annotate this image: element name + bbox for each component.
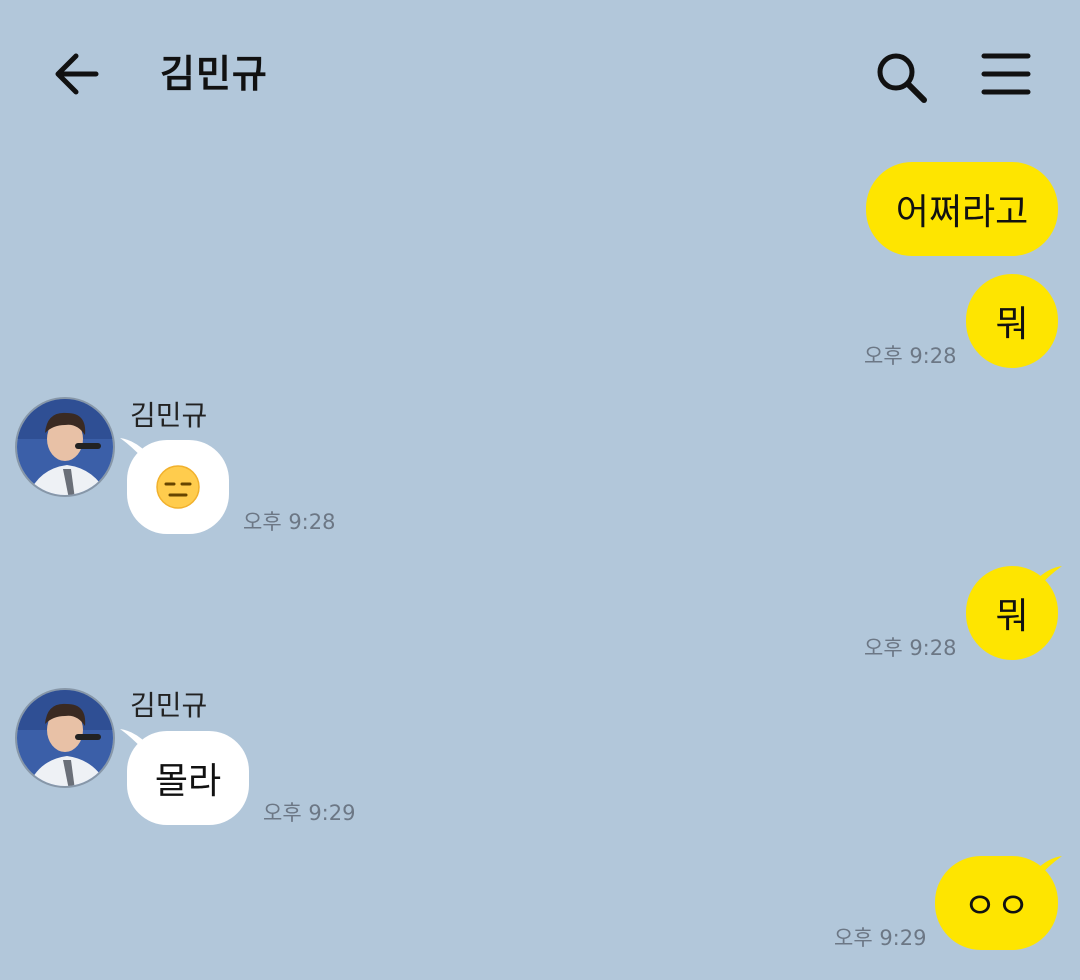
message-time: 오후 9:28 [864, 636, 957, 660]
sender-name: 김민규 [130, 689, 208, 722]
search-button[interactable] [872, 48, 930, 106]
chat-title: 김민규 [160, 52, 268, 96]
chat-header: 김민규 [0, 0, 1080, 150]
message-time: 오후 9:28 [243, 510, 336, 534]
their-message-bubble[interactable]: 몰라 [127, 731, 249, 825]
my-message-bubble[interactable]: 뭐 [966, 274, 1058, 368]
menu-icon [981, 53, 1031, 95]
message-text: 어쩌라고 [895, 192, 1029, 233]
profile-photo [17, 399, 113, 495]
arrow-left-icon [55, 53, 99, 95]
profile-photo [17, 690, 113, 786]
bubble-tail [1036, 566, 1062, 590]
message-time: 오후 9:29 [263, 801, 356, 825]
sender-name: 김민규 [130, 399, 208, 432]
message-text: 몰라 [154, 761, 222, 802]
message-text: 뭐 [995, 596, 1029, 637]
message-text: 뭐 [995, 304, 1029, 345]
search-icon [877, 53, 927, 103]
my-message-bubble[interactable]: 어쩌라고 [866, 162, 1058, 256]
bubble-tail [1036, 856, 1062, 880]
message-time: 오후 9:29 [834, 926, 927, 950]
their-message-bubble[interactable] [127, 440, 229, 534]
menu-button[interactable] [980, 50, 1032, 98]
back-button[interactable] [48, 46, 104, 102]
message-text: ㅇㅇ [963, 886, 1030, 927]
message-time: 오후 9:28 [864, 344, 957, 368]
avatar[interactable] [15, 688, 115, 788]
avatar[interactable] [15, 397, 115, 497]
expressionless-face-icon [156, 465, 200, 509]
